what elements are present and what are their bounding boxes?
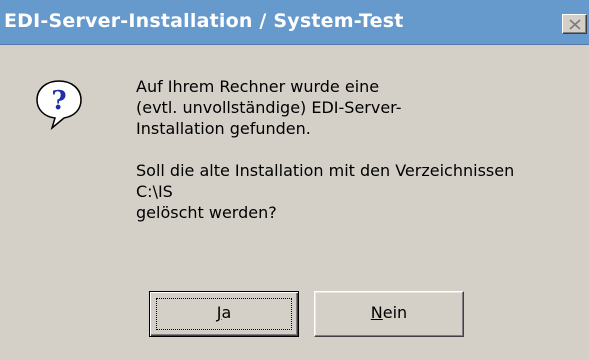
svg-text:?: ? xyxy=(51,86,66,116)
title-bar[interactable]: EDI-Server-Installation / System-Test xyxy=(0,0,589,45)
message-line: Soll die alte Installation mit den Verze… xyxy=(136,161,515,180)
message-line: gelöscht werden? xyxy=(136,203,277,222)
yes-button[interactable]: Ja xyxy=(149,291,299,337)
close-button[interactable] xyxy=(562,14,587,34)
message-line: Installation gefunden. xyxy=(136,119,311,138)
message-line: Auf Ihrem Rechner wurde eine xyxy=(136,77,380,96)
message-dialog: EDI-Server-Installation / System-Test ? … xyxy=(0,0,589,360)
no-button-mnemonic: N xyxy=(370,303,383,322)
window-title: EDI-Server-Installation / System-Test xyxy=(4,10,404,32)
message-line: (evtl. unvollständige) EDI-Server- xyxy=(136,98,402,117)
message-text: Auf Ihrem Rechner wurde eine (evtl. unvo… xyxy=(136,76,514,223)
message-line: C:\IS xyxy=(136,182,173,201)
focus-rectangle xyxy=(156,298,292,330)
no-button[interactable]: Nein xyxy=(314,291,464,337)
no-button-label: ein xyxy=(382,303,408,322)
question-icon: ? xyxy=(36,80,82,130)
close-icon xyxy=(569,19,581,30)
